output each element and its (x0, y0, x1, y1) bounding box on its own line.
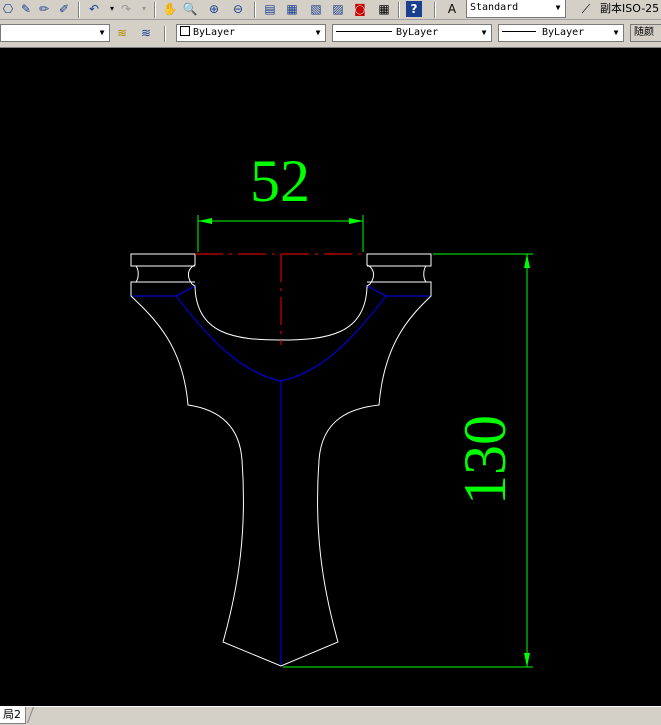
properties-toolbar: ▼ ≋ ≋ ByLayer ▼ ByLayer ▼ ByLayer ▼ 随颜 (0, 20, 661, 48)
dim-height-arrow-bottom (524, 653, 530, 667)
color-select[interactable]: ByLayer ▼ (176, 24, 326, 42)
toolbar-separator (434, 2, 436, 18)
chevron-down-icon: ▼ (613, 28, 619, 37)
lineweight-value: ByLayer (542, 27, 585, 38)
match-properties-icon[interactable]: ✎ (18, 1, 34, 17)
chevron-down-icon: ▼ (315, 28, 321, 37)
redo-dropdown-icon[interactable]: ▾ (136, 1, 152, 17)
dimension-style-value[interactable]: 副本ISO-25 (600, 0, 659, 16)
chevron-down-icon: ▼ (99, 28, 105, 37)
layout-tab-bar: 局2 (0, 706, 661, 725)
color-value: ByLayer (193, 27, 236, 38)
chevron-down-icon: ▼ (481, 28, 487, 37)
standard-toolbar: ⎔ ✎ ✏ ✐ ↶ ▾ ↷ ▾ ✋ 🔍 ⊕ ⊖ ▤ ▦ ▧ ▨ ◙ ▦ ? A … (0, 0, 661, 20)
linetype-select[interactable]: ByLayer ▼ (332, 24, 492, 42)
text-style-icon[interactable]: A (444, 1, 460, 17)
dim-width-arrow-right (349, 218, 363, 224)
zoom-previous-icon[interactable]: ⊖ (230, 1, 246, 17)
pencil-icon[interactable]: ✏ (36, 1, 52, 17)
toolbar-separator (78, 2, 80, 18)
dimension-style-icon[interactable]: ⟋ (578, 1, 594, 17)
tool-palettes-icon[interactable]: ▧ (308, 1, 324, 17)
markup-icon[interactable]: ◙ (352, 1, 368, 17)
zoom-window-icon[interactable]: ⊕ (206, 1, 222, 17)
toolbar-separator (154, 2, 156, 18)
color-swatch (180, 26, 190, 36)
hidden-line-left (175, 285, 196, 297)
drawing-svg: 52 130 (130, 148, 533, 668)
dim-width-text: 52 (250, 148, 310, 214)
sheet-set-icon[interactable]: ▨ (330, 1, 346, 17)
layout-tab[interactable]: 局2 (0, 707, 26, 724)
toolbar-separator (164, 26, 166, 42)
text-style-value: Standard (470, 2, 519, 13)
layer-previous-icon[interactable]: ≋ (138, 25, 154, 41)
plot-style-value: 随颜 (634, 27, 654, 38)
open-icon[interactable]: ⎔ (0, 1, 16, 17)
tab-divider (27, 707, 34, 723)
chevron-down-icon: ▼ (555, 3, 561, 12)
dim-width-arrow-left (198, 218, 212, 224)
hidden-line-right (366, 285, 387, 297)
layer-select[interactable]: ▼ (0, 24, 110, 42)
linetype-sample (336, 31, 392, 32)
undo-icon[interactable]: ↶ (86, 1, 102, 17)
redo-icon[interactable]: ↷ (118, 1, 134, 17)
lineweight-select[interactable]: ByLayer ▼ (498, 24, 624, 42)
design-center-icon[interactable]: ▦ (284, 1, 300, 17)
calculator-icon[interactable]: ▦ (376, 1, 392, 17)
brush-icon[interactable]: ✐ (56, 1, 72, 17)
properties-icon[interactable]: ▤ (262, 1, 278, 17)
plot-style-select[interactable]: 随颜 (630, 24, 661, 42)
toolbar-separator (254, 2, 256, 18)
zoom-realtime-icon[interactable]: 🔍 (182, 1, 198, 17)
pan-icon[interactable]: ✋ (162, 1, 178, 17)
lineweight-sample (502, 31, 536, 32)
toolbar-separator (398, 2, 400, 18)
linetype-value: ByLayer (396, 27, 439, 38)
dim-height-arrow-top (524, 254, 530, 268)
layer-manager-icon[interactable]: ≋ (114, 25, 130, 41)
help-icon[interactable]: ? (406, 1, 422, 17)
drawing-canvas[interactable]: 52 130 (0, 48, 661, 706)
text-style-select[interactable]: Standard ▼ (466, 0, 566, 18)
dim-height-text: 130 (452, 415, 518, 505)
